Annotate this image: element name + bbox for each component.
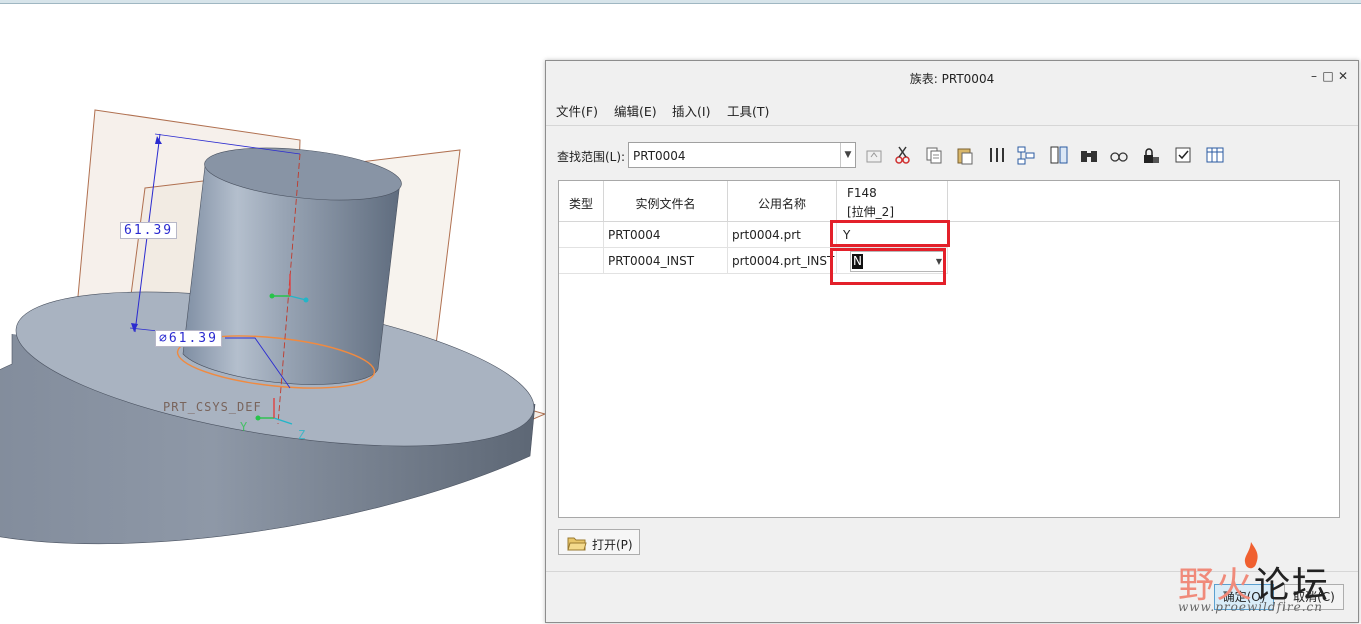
tree-icon[interactable]: [1016, 145, 1036, 165]
table-row-1-common[interactable]: prt0004.prt: [728, 222, 837, 248]
column-header-instance[interactable]: 实例文件名: [604, 181, 728, 222]
chevron-down-icon[interactable]: ▼: [840, 143, 855, 167]
axis-z-label: Z: [298, 428, 307, 442]
maximize-icon[interactable]: □: [1320, 68, 1336, 84]
table-row-1-instance[interactable]: PRT0004: [604, 222, 728, 248]
highlight-box-row2: [830, 248, 946, 285]
lock-icon[interactable]: [1141, 145, 1161, 165]
table-row-2-instance[interactable]: PRT0004_INST: [604, 248, 728, 274]
dialog-title: 族表: PRT0004: [909, 72, 995, 86]
table-row-1-type[interactable]: [559, 222, 604, 248]
family-table-dialog: 族表: PRT0004 – □ ✕ 文件(F) 编辑(E) 插入(I) 工具(T…: [545, 60, 1359, 623]
open-button[interactable]: 打开(P): [558, 529, 640, 555]
column-header-type[interactable]: 类型: [559, 181, 604, 222]
dimension-diameter-label[interactable]: ∅61.39: [155, 330, 222, 347]
binoculars-icon[interactable]: [1079, 145, 1099, 165]
watermark-url: www.proewildfire.cn: [1178, 600, 1323, 614]
table-row-2-type[interactable]: [559, 248, 604, 274]
insert-column-icon[interactable]: [987, 145, 1007, 165]
up-level-icon[interactable]: [864, 145, 884, 165]
cut-icon[interactable]: [893, 145, 913, 165]
model-viewport[interactable]: 61.39 ∅61.39 PRT_CSYS_DEF Y Z: [0, 4, 545, 624]
scope-select[interactable]: PRT0004 ▼: [628, 142, 856, 168]
model-graphics: [0, 109, 545, 545]
family-table: 类型 实例文件名 公用名称 F148 [拉伸_2] PRT0004 prt000…: [558, 180, 1340, 518]
feature-id: F148: [847, 186, 877, 200]
menu-insert[interactable]: 插入(I): [672, 101, 710, 120]
glasses-icon[interactable]: [1109, 145, 1129, 165]
table-row-2-common[interactable]: prt0004.prt_INST: [728, 248, 837, 274]
checkbox-icon[interactable]: [1173, 145, 1193, 165]
menu-edit[interactable]: 编辑(E): [614, 101, 657, 120]
feature-name: [拉伸_2]: [847, 205, 894, 219]
folder-icon: [567, 537, 587, 551]
column-header-empty: [948, 181, 1339, 222]
scope-label: 查找范围(L):: [557, 150, 626, 164]
watermark: 野火论坛 www.proewildfire.cn: [1170, 542, 1355, 622]
dialog-titlebar[interactable]: 族表: PRT0004 – □ ✕: [546, 61, 1358, 93]
axis-y-label: Y: [240, 420, 249, 434]
highlight-box-row1: [830, 220, 950, 247]
table-icon[interactable]: [1205, 145, 1225, 165]
menu-file[interactable]: 文件(F): [556, 101, 598, 120]
copy-icon[interactable]: [924, 145, 944, 165]
menu-tools[interactable]: 工具(T): [727, 101, 769, 120]
dimension-height-label[interactable]: 61.39: [120, 222, 178, 239]
menu-divider: [546, 125, 1358, 126]
scope-value: PRT0004: [633, 149, 686, 163]
csys-label: PRT_CSYS_DEF: [163, 400, 262, 414]
column-header-feature[interactable]: F148 [拉伸_2]: [837, 181, 948, 222]
paste-icon[interactable]: [955, 145, 975, 165]
close-icon[interactable]: ✕: [1335, 68, 1351, 84]
column-icon[interactable]: [1049, 145, 1069, 165]
menubar: 文件(F) 编辑(E) 插入(I) 工具(T): [546, 97, 1358, 121]
column-header-common[interactable]: 公用名称: [728, 181, 837, 222]
